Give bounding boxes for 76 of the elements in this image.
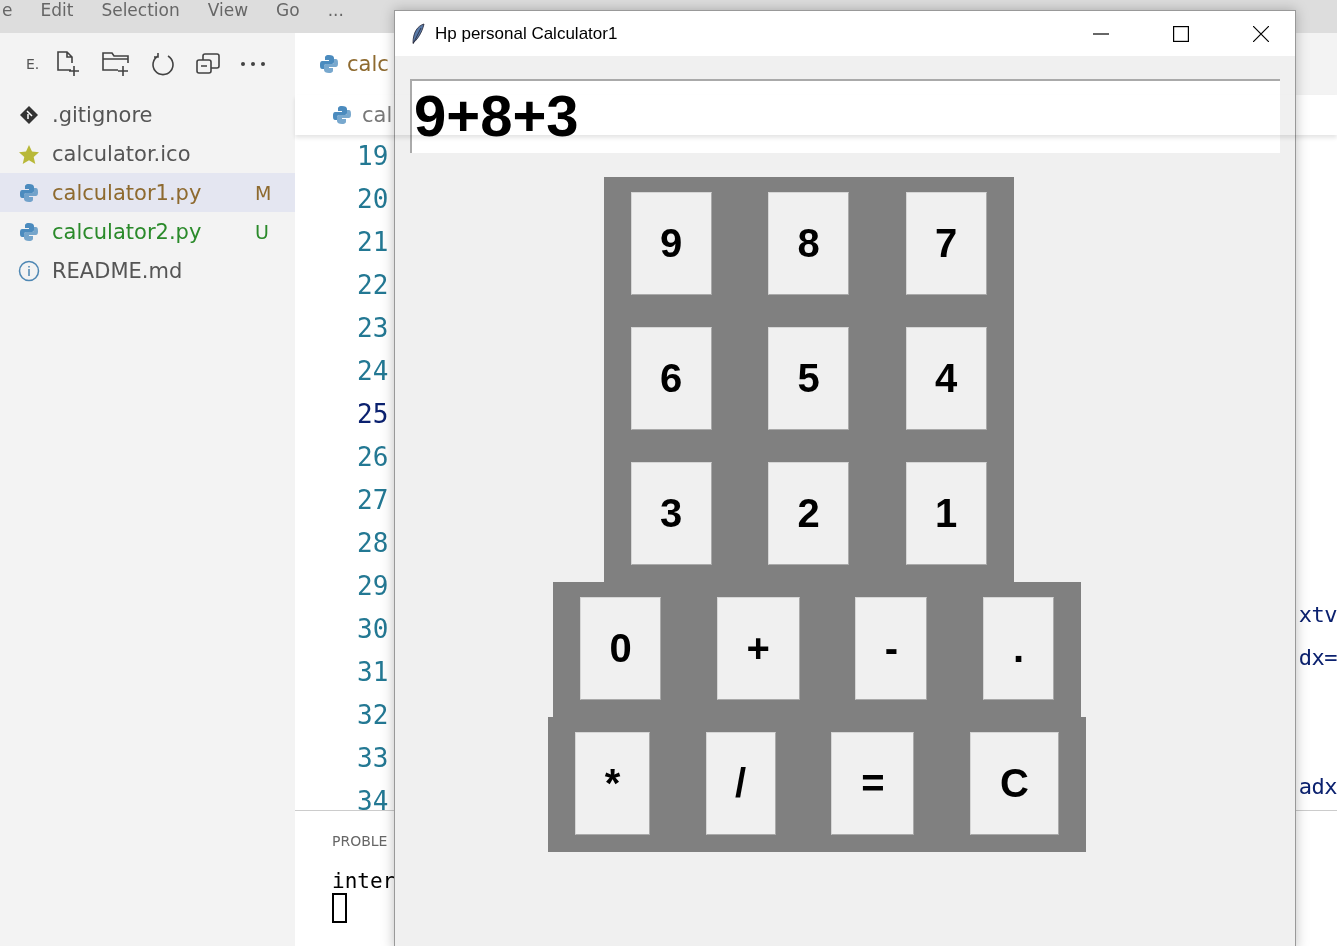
key-button[interactable]: 6 — [630, 327, 712, 430]
panel-tab[interactable]: PROBLE — [332, 833, 388, 849]
key-button[interactable]: - — [855, 597, 928, 700]
line-number: 20 — [357, 183, 390, 216]
terminal-cursor — [332, 893, 347, 923]
code-text: adx — [1298, 774, 1337, 799]
file-item[interactable]: calculator.ico — [0, 134, 295, 173]
line-number: 26 — [357, 441, 390, 474]
line-number: 31 — [357, 656, 390, 689]
diamond-icon — [18, 104, 40, 125]
line-number: 30 — [357, 613, 390, 646]
file-name: .gitignore — [52, 102, 154, 127]
line-number: 23 — [357, 312, 390, 345]
key-button[interactable]: 9 — [630, 192, 712, 295]
line-number: 27 — [357, 484, 390, 517]
feather-icon — [411, 22, 425, 45]
line-number: 34 — [357, 785, 390, 810]
git-status: M — [255, 181, 273, 204]
key-button[interactable]: . — [982, 597, 1054, 700]
key-button[interactable]: 2 — [768, 462, 849, 565]
key-button[interactable]: 1 — [905, 462, 987, 565]
star-icon — [18, 143, 40, 164]
menu-item[interactable]: Selection — [101, 0, 180, 20]
file-item[interactable]: calculator2.py U — [0, 212, 295, 251]
menu-item[interactable]: Edit — [40, 0, 74, 20]
line-number: 32 — [357, 699, 390, 732]
new-folder-icon[interactable] — [101, 50, 132, 78]
key-button[interactable]: 0 — [580, 597, 661, 700]
python-icon — [332, 105, 352, 125]
line-number: 21 — [357, 226, 390, 259]
file-name: calculator.ico — [52, 141, 192, 166]
code-text: dx= — [1298, 645, 1337, 670]
explorer-title: E. — [26, 56, 40, 72]
display-field[interactable]: 9+8+3 — [410, 79, 1280, 153]
file-name: README.md — [52, 258, 184, 283]
info-icon — [18, 259, 40, 282]
line-number: 19 — [357, 140, 390, 173]
file-item[interactable]: README.md — [0, 251, 295, 290]
breadcrumb[interactable]: cal — [362, 103, 393, 127]
more-icon[interactable] — [240, 61, 267, 67]
key-button[interactable]: 7 — [905, 192, 987, 295]
collapse-icon[interactable] — [195, 51, 222, 77]
key-button[interactable]: 3 — [630, 462, 712, 565]
line-number: 25 — [357, 398, 390, 431]
menu-item[interactable]: e — [2, 0, 13, 20]
key-button[interactable]: 4 — [905, 327, 987, 430]
key-button[interactable]: 8 — [768, 192, 849, 295]
close-icon[interactable] — [1253, 25, 1269, 42]
editor-tab[interactable]: calc — [295, 33, 395, 95]
maximize-icon[interactable] — [1173, 25, 1189, 42]
key-button[interactable]: C — [969, 732, 1059, 835]
git-status: U — [255, 220, 270, 243]
key-button[interactable]: + — [716, 597, 800, 700]
file-item[interactable]: .gitignore — [0, 95, 295, 134]
key-button[interactable]: / — [705, 732, 776, 835]
code-text: xtv — [1298, 602, 1337, 627]
terminal-text: inter — [332, 869, 397, 893]
file-name: calculator2.py — [52, 219, 203, 244]
key-button[interactable]: * — [575, 732, 650, 835]
python-icon — [18, 221, 40, 242]
key-button[interactable]: = — [831, 732, 915, 835]
python-icon — [319, 54, 339, 74]
line-number: 24 — [357, 355, 390, 388]
line-number: 29 — [357, 570, 390, 603]
refresh-icon[interactable] — [150, 51, 177, 77]
key-button[interactable]: 5 — [768, 327, 849, 430]
file-name: calculator1.py — [52, 180, 203, 205]
menu-item[interactable]: ... — [327, 0, 344, 20]
python-icon — [18, 182, 40, 203]
line-number: 22 — [357, 269, 390, 302]
menu-item[interactable]: Go — [276, 0, 300, 20]
menu-item[interactable]: View — [207, 0, 249, 20]
line-number: 28 — [357, 527, 390, 560]
window-title: Hp personal Calculator1 — [435, 23, 618, 44]
line-number: 33 — [357, 742, 390, 775]
file-item[interactable]: calculator1.py M — [0, 173, 295, 212]
